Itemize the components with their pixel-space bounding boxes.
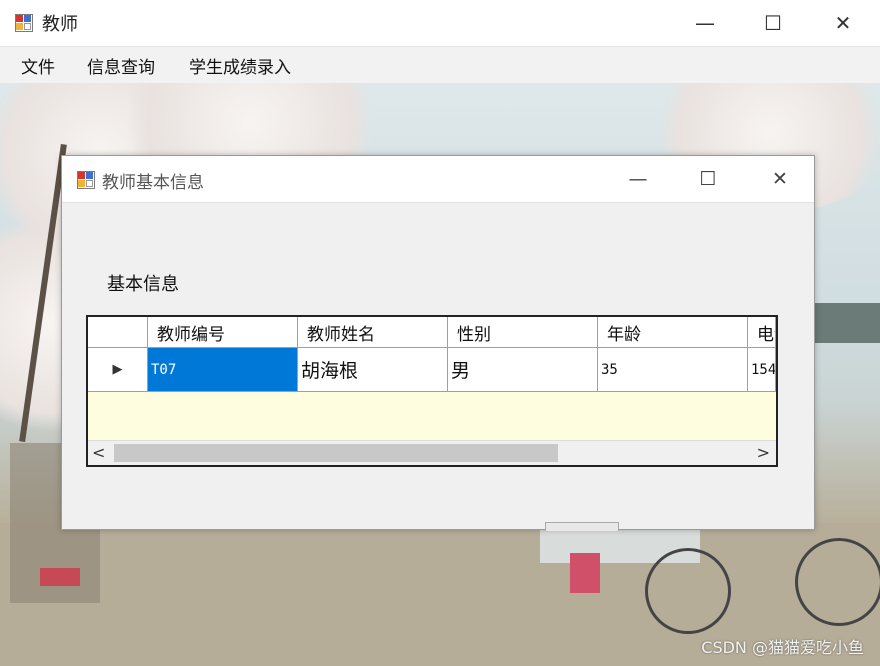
scrollbar-thumb[interactable] <box>114 444 558 462</box>
column-header-gender[interactable]: 性别 <box>448 317 598 347</box>
dialog-app-icon <box>77 171 96 189</box>
minimize-button[interactable]: — <box>670 0 740 46</box>
dialog-titlebar: 教师基本信息 — ☐ ✕ <box>62 156 814 203</box>
hidden-button-edge[interactable] <box>545 522 619 531</box>
row-indicator-icon[interactable]: ▶ <box>88 348 148 391</box>
watermark: CSDN @猫猫爱吃小鱼 <box>701 638 864 657</box>
dialog-minimize-button[interactable]: — <box>604 156 672 202</box>
row-header-corner <box>88 317 148 347</box>
cell-teacher-name[interactable]: 胡海根 <box>298 348 448 391</box>
app-icon <box>15 14 34 32</box>
cell-gender[interactable]: 男 <box>448 348 598 391</box>
section-label: 基本信息 <box>107 274 179 295</box>
menu-score-entry[interactable]: 学生成绩录入 <box>189 53 291 78</box>
close-button[interactable]: ✕ <box>808 0 878 46</box>
scroll-right-icon[interactable]: > <box>757 443 770 462</box>
cell-phone[interactable]: 154 <box>748 348 776 391</box>
column-header-teacher-id[interactable]: 教师编号 <box>148 317 298 347</box>
teacher-data-grid[interactable]: 教师编号 教师姓名 性别 年龄 电话 ▶ T07 胡海根 男 35 154 < … <box>86 315 778 467</box>
column-header-teacher-name[interactable]: 教师姓名 <box>298 317 448 347</box>
grid-header: 教师编号 教师姓名 性别 年龄 电话 <box>88 317 776 348</box>
maximize-button[interactable]: ☐ <box>738 0 808 46</box>
teacher-info-dialog: 教师基本信息 — ☐ ✕ 基本信息 教师编号 教师姓名 性别 年龄 电话 ▶ T… <box>61 155 815 531</box>
main-titlebar: 教师 — ☐ ✕ <box>0 0 880 47</box>
column-header-age[interactable]: 年龄 <box>598 317 748 347</box>
scroll-left-icon[interactable]: < <box>92 443 105 462</box>
window-title: 教师 <box>42 14 78 35</box>
table-row[interactable]: ▶ T07 胡海根 男 35 154 <box>88 348 776 392</box>
cell-age[interactable]: 35 <box>598 348 748 391</box>
dialog-close-button[interactable]: ✕ <box>746 156 814 202</box>
cell-teacher-id[interactable]: T07 <box>148 348 298 391</box>
dialog-title: 教师基本信息 <box>102 173 204 193</box>
menu-bar: 文件 信息查询 学生成绩录入 <box>0 47 880 83</box>
horizontal-scrollbar[interactable]: < > <box>88 440 776 465</box>
menu-file[interactable]: 文件 <box>21 53 55 78</box>
dialog-maximize-button[interactable]: ☐ <box>674 156 742 202</box>
column-header-phone[interactable]: 电话 <box>748 317 776 347</box>
menu-info-query[interactable]: 信息查询 <box>87 53 155 78</box>
